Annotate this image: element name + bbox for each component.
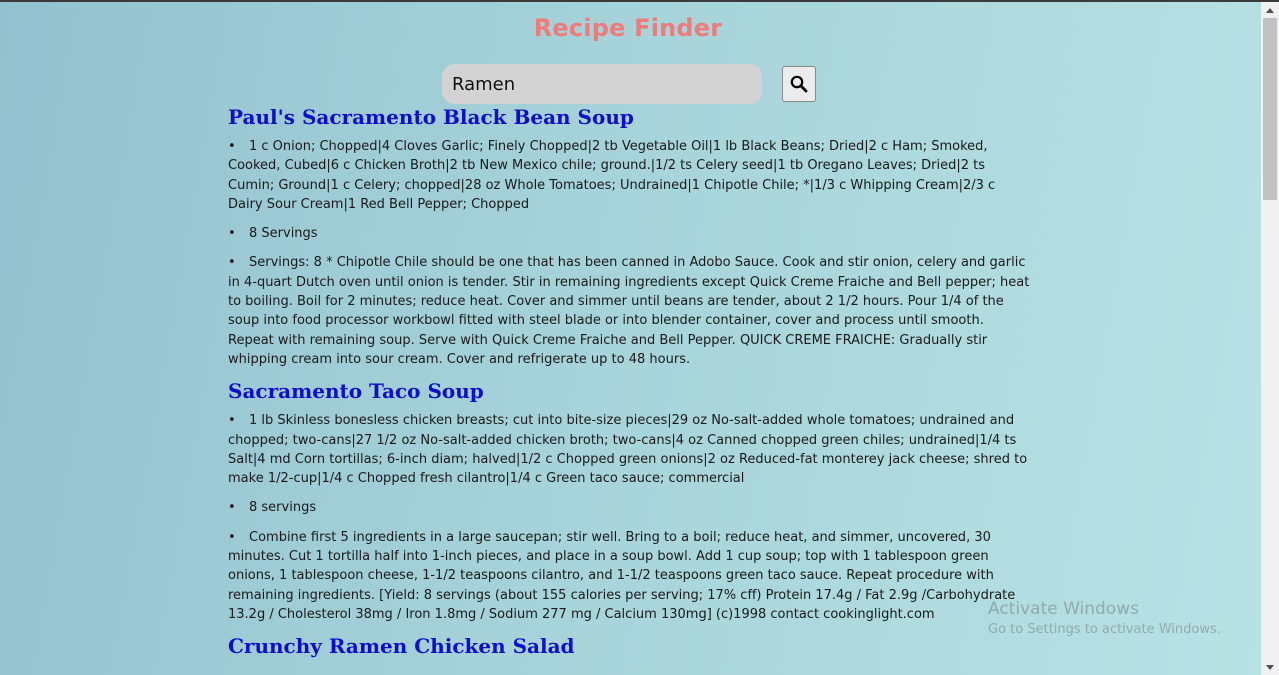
search-button[interactable]: [782, 66, 816, 102]
recipe-title[interactable]: Sacramento Taco Soup: [228, 379, 1030, 403]
recipe-directions: Combine first 5 ingredients in a large s…: [228, 528, 1030, 624]
vertical-scrollbar[interactable]: [1261, 2, 1279, 675]
recipe-card: Paul's Sacramento Black Bean Soup 1 c On…: [228, 105, 1030, 369]
recipe-directions: Servings: 8 * Chipotle Chile should be o…: [228, 253, 1030, 369]
recipe-card: Crunchy Ramen Chicken Salad: [228, 634, 1030, 658]
page-viewport: Recipe Finder Paul's Sacramento Black Be…: [0, 2, 1261, 675]
recipe-card: Sacramento Taco Soup 1 lb Skinless bones…: [228, 379, 1030, 624]
recipe-servings: 8 Servings: [228, 224, 1030, 243]
recipe-title[interactable]: Paul's Sacramento Black Bean Soup: [228, 105, 1030, 129]
scroll-down-arrow[interactable]: [1261, 659, 1279, 675]
chevron-up-icon: [1266, 7, 1274, 13]
recipe-results: Paul's Sacramento Black Bean Soup 1 c On…: [228, 100, 1030, 666]
recipe-servings: 8 servings: [228, 498, 1030, 517]
app-title: Recipe Finder: [533, 14, 723, 42]
search-icon: [790, 75, 808, 93]
scroll-up-arrow[interactable]: [1261, 2, 1279, 18]
search-input[interactable]: [442, 64, 762, 104]
scroll-thumb[interactable]: [1263, 18, 1277, 200]
recipe-details: 1 c Onion; Chopped|4 Cloves Garlic; Fine…: [228, 137, 1030, 369]
recipe-ingredients: 1 lb Skinless bonesless chicken breasts;…: [228, 411, 1030, 488]
chevron-down-icon: [1266, 664, 1274, 670]
recipe-details: 1 lb Skinless bonesless chicken breasts;…: [228, 411, 1030, 624]
recipe-title[interactable]: Crunchy Ramen Chicken Salad: [228, 634, 1030, 658]
recipe-ingredients: 1 c Onion; Chopped|4 Cloves Garlic; Fine…: [228, 137, 1030, 214]
